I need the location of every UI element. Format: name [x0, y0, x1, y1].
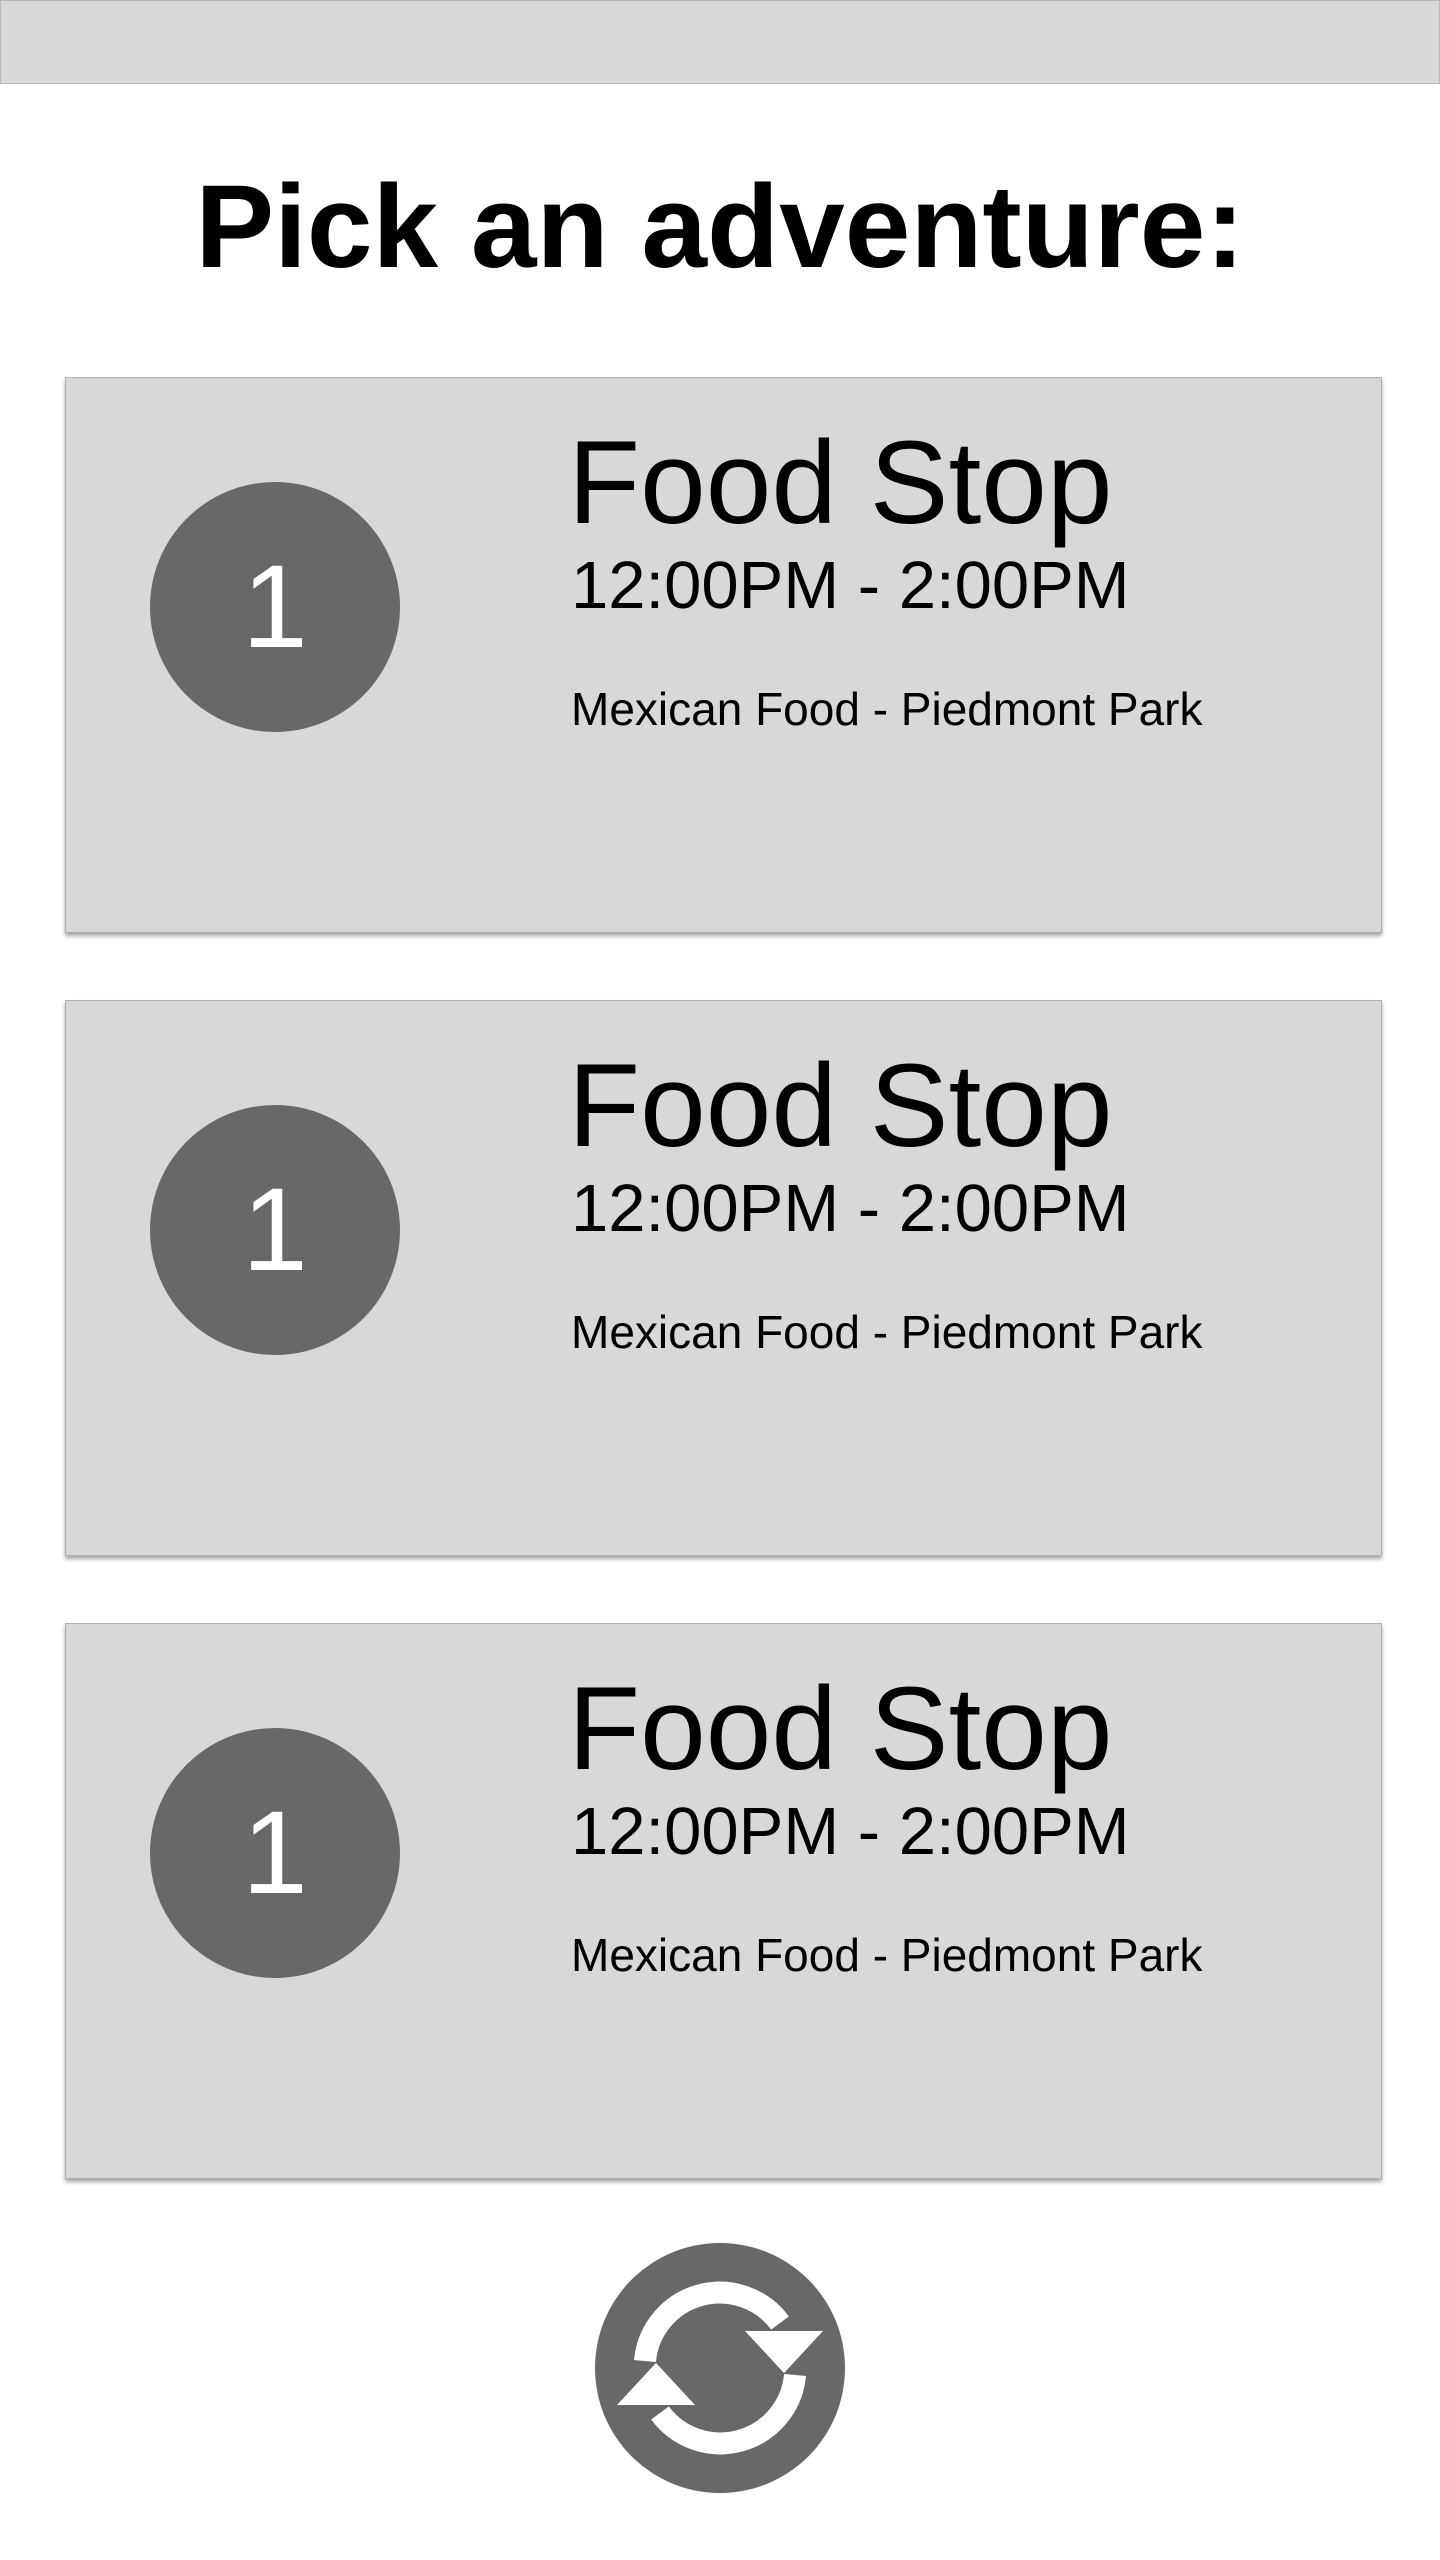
refresh-button[interactable] — [595, 2243, 845, 2493]
card-time: 12:00PM - 2:00PM — [571, 1171, 1130, 1246]
top-bar — [0, 0, 1440, 84]
adventure-card[interactable]: 1 Food Stop 12:00PM - 2:00PM Mexican Foo… — [65, 1000, 1382, 1556]
number-badge: 1 — [150, 482, 400, 732]
number-badge: 1 — [150, 1728, 400, 1978]
card-title: Food Stop — [568, 1663, 1113, 1795]
refresh-icon — [617, 2281, 823, 2455]
number-badge: 1 — [150, 1105, 400, 1355]
card-time: 12:00PM - 2:00PM — [571, 548, 1130, 623]
page-title: Pick an adventure: — [195, 161, 1245, 293]
card-description: Mexican Food - Piedmont Park — [571, 1306, 1203, 1358]
card-title: Food Stop — [568, 417, 1113, 549]
card-description: Mexican Food - Piedmont Park — [571, 683, 1203, 735]
adventure-card[interactable]: 1 Food Stop 12:00PM - 2:00PM Mexican Foo… — [65, 377, 1382, 933]
adventure-card[interactable]: 1 Food Stop 12:00PM - 2:00PM Mexican Foo… — [65, 1623, 1382, 2179]
card-title: Food Stop — [568, 1040, 1113, 1172]
card-description: Mexican Food - Piedmont Park — [571, 1929, 1203, 1981]
card-time: 12:00PM - 2:00PM — [571, 1794, 1130, 1869]
